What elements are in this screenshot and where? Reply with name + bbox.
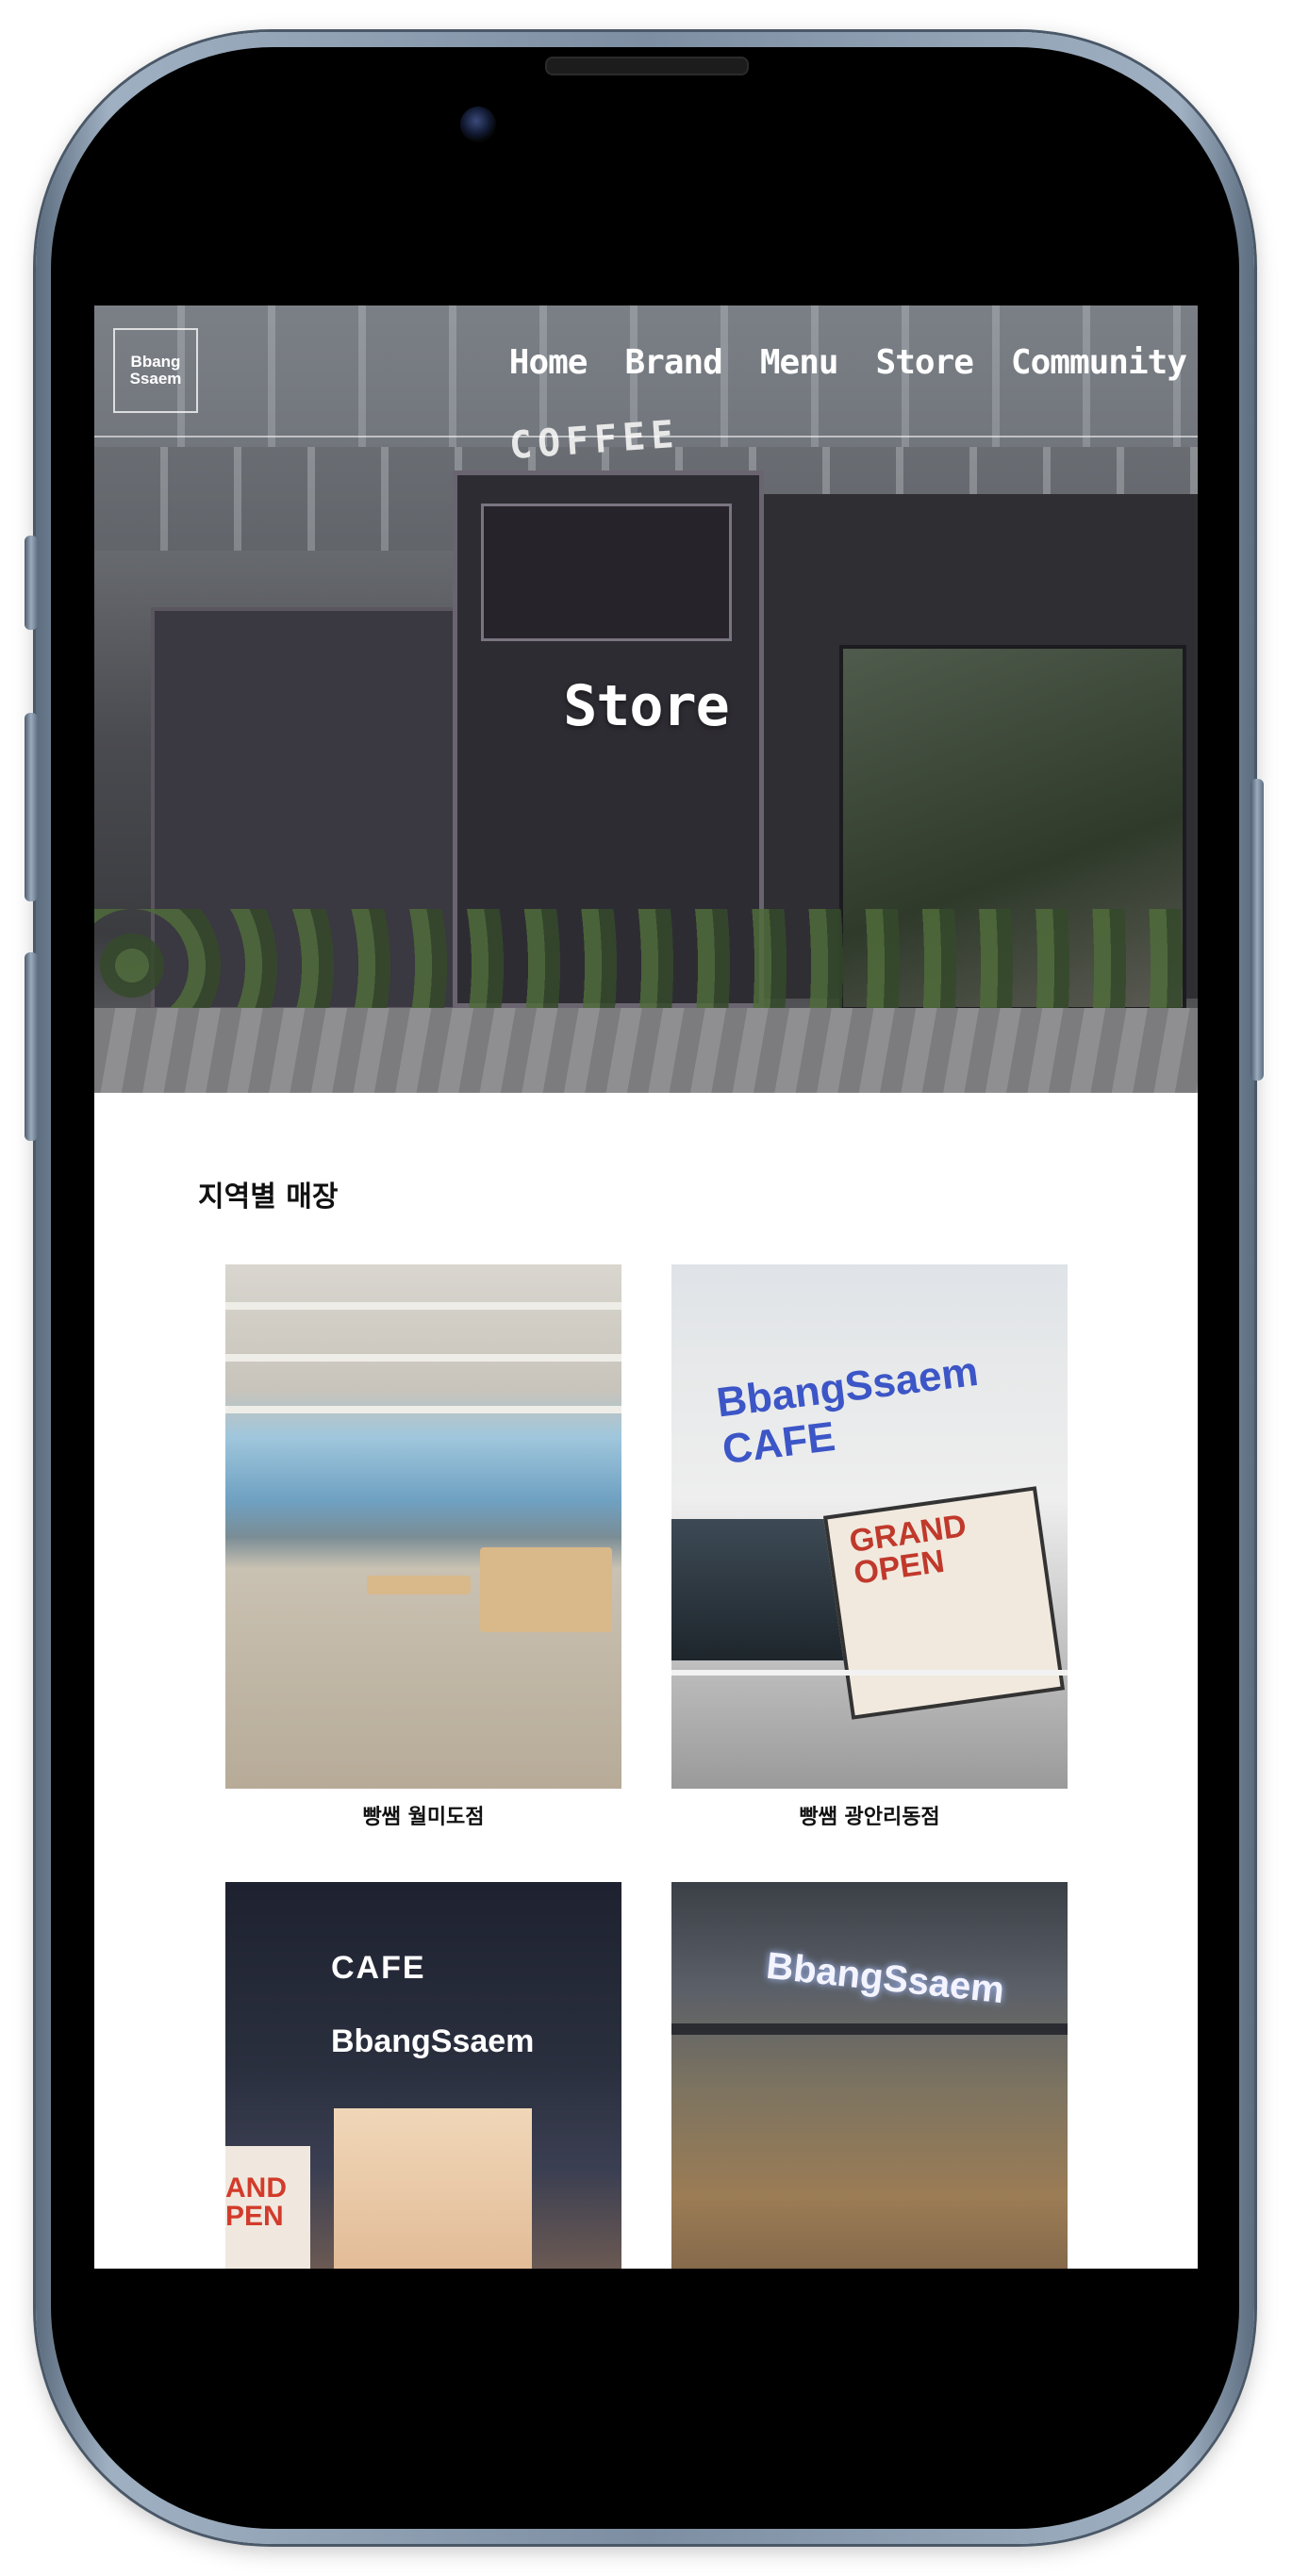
- promo-line-2: PEN: [225, 2201, 284, 2232]
- ceiling-beam: [225, 1302, 621, 1310]
- storefront-frame: [671, 2023, 1068, 2035]
- promo-poster: AND PEN: [225, 2146, 310, 2269]
- nav-home[interactable]: Home: [509, 343, 588, 382]
- store-photo: CAFE BbangSsaem AND PEN: [225, 1882, 621, 2269]
- nav-brand[interactable]: Brand: [624, 343, 722, 382]
- store-name: 빵쌤 광안리동점: [799, 1806, 940, 1829]
- hero-pavement: [94, 1008, 1198, 1093]
- nav-community[interactable]: Community: [1011, 343, 1187, 382]
- navbar: Bbang Ssaem Home Brand Menu Store Commun…: [94, 305, 1198, 438]
- main-nav: Home Brand Menu Store Community: [509, 343, 1187, 382]
- storefront-cafe-sign: CAFE: [331, 1950, 426, 1986]
- store-card[interactable]: BbangSsaem CAFE GRAND OPEN 빵쌤 광안리동점: [671, 1264, 1068, 1830]
- screen: COFFEE Bbang Ssaem Home Brand Menu Store…: [94, 305, 1198, 2269]
- logo-line-1: Bbang: [130, 353, 181, 371]
- store-photo: BbangSsaem: [671, 1882, 1068, 2269]
- promo-line-1: AND: [225, 2172, 287, 2204]
- railing: [671, 1670, 1068, 1676]
- storefront-brand-sign: BbangSsaem: [331, 2023, 535, 2059]
- brand-logo[interactable]: Bbang Ssaem: [113, 328, 198, 413]
- ceiling-beam: [225, 1354, 621, 1362]
- hero-banner: COFFEE Bbang Ssaem Home Brand Menu Store…: [94, 305, 1198, 1093]
- storefront-sign: BbangSsaem CAFE: [714, 1347, 981, 1474]
- volume-up-button: [25, 713, 38, 901]
- counter: [480, 1547, 612, 1632]
- grand-open-banner: GRAND OPEN: [822, 1486, 1066, 1720]
- hero-planters: [94, 909, 1198, 1013]
- power-button: [1251, 779, 1264, 1081]
- hero-store-sign: [481, 504, 732, 641]
- store-card[interactable]: BbangSsaem: [671, 1882, 1068, 2269]
- front-camera-icon: [460, 107, 496, 142]
- earpiece-speaker: [545, 57, 749, 75]
- ceiling-beam: [225, 1406, 621, 1413]
- volume-down-button: [25, 952, 38, 1141]
- store-card[interactable]: 빵쌤 월미도점: [225, 1264, 621, 1830]
- nav-store[interactable]: Store: [876, 343, 974, 382]
- table: [367, 1576, 471, 1594]
- storefront-entrance: [334, 2108, 532, 2269]
- storefront-sign: BbangSsaem: [764, 1944, 1007, 2012]
- nav-menu[interactable]: Menu: [760, 343, 839, 382]
- silent-switch: [25, 536, 38, 630]
- store-card[interactable]: CAFE BbangSsaem AND PEN: [225, 1882, 621, 2269]
- store-photo: [225, 1264, 621, 1789]
- logo-line-2: Ssaem: [129, 370, 182, 388]
- page-title: Store: [563, 673, 730, 739]
- store-name: 빵쌤 월미도점: [362, 1806, 485, 1829]
- section-title: 지역별 매장: [198, 1181, 339, 1214]
- store-photo: BbangSsaem CAFE GRAND OPEN: [671, 1264, 1068, 1789]
